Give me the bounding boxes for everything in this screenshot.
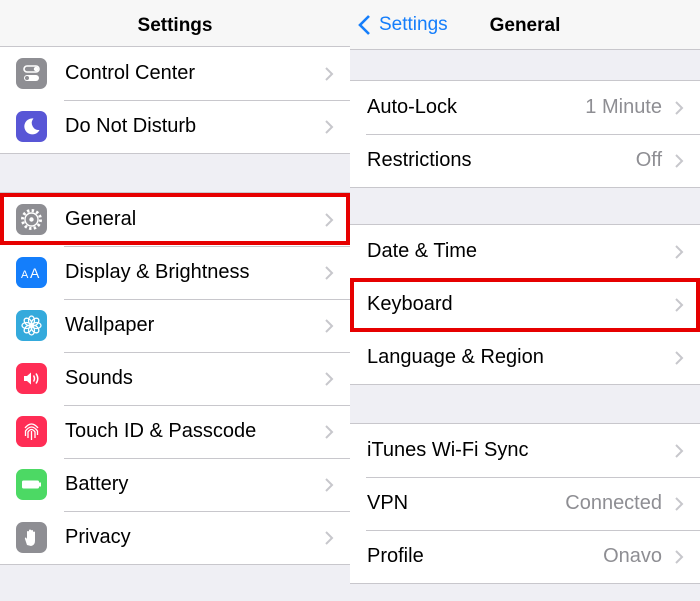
general-row-date-time[interactable]: Date & Time bbox=[350, 225, 700, 278]
chevron-right-icon bbox=[675, 297, 684, 312]
chevron-right-icon bbox=[325, 477, 334, 492]
chevron-right-icon bbox=[325, 530, 334, 545]
general-row-vpn[interactable]: VPN Connected bbox=[350, 477, 700, 530]
general-row-restrictions[interactable]: Restrictions Off bbox=[350, 134, 700, 187]
settings-row-label: Touch ID & Passcode bbox=[65, 420, 257, 442]
back-label: Settings bbox=[379, 14, 448, 35]
settings-navbar: Settings bbox=[0, 0, 350, 50]
general-row-label: Profile bbox=[367, 545, 424, 567]
chevron-right-icon bbox=[325, 212, 334, 227]
settings-title: Settings bbox=[137, 15, 213, 36]
chevron-right-icon bbox=[675, 549, 684, 564]
settings-row-label: Do Not Disturb bbox=[65, 115, 197, 137]
settings-row-privacy[interactable]: Privacy bbox=[0, 511, 350, 564]
settings-row-touch-id[interactable]: Touch ID & Passcode bbox=[0, 405, 350, 458]
settings-row-wallpaper[interactable]: Wallpaper bbox=[0, 299, 350, 352]
chevron-left-icon bbox=[358, 15, 370, 35]
general-row-label: Keyboard bbox=[367, 293, 453, 315]
general-group-3: iTunes Wi-Fi Sync VPN Connected Profile … bbox=[350, 423, 700, 584]
general-row-value: Onavo bbox=[603, 545, 662, 567]
control-center-icon bbox=[16, 58, 47, 89]
settings-row-sounds[interactable]: Sounds bbox=[0, 352, 350, 405]
chevron-right-icon bbox=[675, 153, 684, 168]
settings-row-label: Privacy bbox=[65, 526, 131, 548]
general-group-2: Date & Time Keyboard Language & Region bbox=[350, 224, 700, 385]
chevron-right-icon bbox=[675, 350, 684, 365]
chevron-right-icon bbox=[325, 119, 334, 134]
general-row-value: 1 Minute bbox=[585, 96, 662, 118]
general-group-1: Auto-Lock 1 Minute Restrictions Off bbox=[350, 80, 700, 188]
settings-row-label: Battery bbox=[65, 473, 129, 495]
general-row-label: Auto-Lock bbox=[367, 96, 458, 118]
back-button[interactable]: Settings bbox=[358, 0, 448, 50]
general-pane: Settings General Auto-Lock 1 Minute Rest… bbox=[350, 0, 700, 601]
settings-row-general[interactable]: General bbox=[0, 193, 350, 246]
chevron-right-icon bbox=[675, 496, 684, 511]
settings-group-2: General AA Display & Brightness Wallpape… bbox=[0, 192, 350, 565]
settings-row-label: Sounds bbox=[65, 367, 133, 389]
settings-pane: Settings Control Center Do Not Disturb G… bbox=[0, 0, 350, 601]
general-row-label: Date & Time bbox=[367, 240, 478, 262]
flower-icon bbox=[16, 310, 47, 341]
hand-icon bbox=[16, 522, 47, 553]
svg-text:A: A bbox=[30, 265, 40, 281]
general-row-language-region[interactable]: Language & Region bbox=[350, 331, 700, 384]
settings-row-battery[interactable]: Battery bbox=[0, 458, 350, 511]
settings-row-label: Wallpaper bbox=[65, 314, 155, 336]
settings-row-label: Control Center bbox=[65, 62, 196, 84]
chevron-right-icon bbox=[325, 265, 334, 280]
settings-row-display-brightness[interactable]: AA Display & Brightness bbox=[0, 246, 350, 299]
general-row-label: Language & Region bbox=[367, 346, 544, 368]
general-row-value: Off bbox=[635, 149, 662, 171]
chevron-right-icon bbox=[325, 318, 334, 333]
settings-row-label: General bbox=[65, 208, 137, 230]
chevron-right-icon bbox=[325, 371, 334, 386]
fingerprint-icon bbox=[16, 416, 47, 447]
settings-row-label: Display & Brightness bbox=[65, 261, 250, 283]
text-size-icon: AA bbox=[16, 257, 47, 288]
general-row-value: Connected bbox=[565, 492, 662, 514]
general-row-label: VPN bbox=[367, 492, 409, 514]
general-navbar: Settings General bbox=[350, 0, 700, 50]
speaker-icon bbox=[16, 363, 47, 394]
chevron-right-icon bbox=[325, 424, 334, 439]
general-row-keyboard[interactable]: Keyboard bbox=[350, 278, 700, 331]
general-row-label: iTunes Wi-Fi Sync bbox=[367, 439, 529, 461]
settings-row-control-center[interactable]: Control Center bbox=[0, 47, 350, 100]
general-title: General bbox=[489, 15, 561, 36]
general-row-profile[interactable]: Profile Onavo bbox=[350, 530, 700, 583]
chevron-right-icon bbox=[325, 66, 334, 81]
moon-icon bbox=[16, 111, 47, 142]
settings-group-1: Control Center Do Not Disturb bbox=[0, 46, 350, 154]
chevron-right-icon bbox=[675, 100, 684, 115]
svg-text:A: A bbox=[21, 269, 29, 281]
chevron-right-icon bbox=[675, 244, 684, 259]
battery-icon bbox=[16, 469, 47, 500]
general-row-auto-lock[interactable]: Auto-Lock 1 Minute bbox=[350, 81, 700, 134]
gear-icon bbox=[16, 204, 47, 235]
chevron-right-icon bbox=[675, 443, 684, 458]
settings-row-do-not-disturb[interactable]: Do Not Disturb bbox=[0, 100, 350, 153]
general-row-label: Restrictions bbox=[367, 149, 472, 171]
general-row-itunes-wifi-sync[interactable]: iTunes Wi-Fi Sync bbox=[350, 424, 700, 477]
